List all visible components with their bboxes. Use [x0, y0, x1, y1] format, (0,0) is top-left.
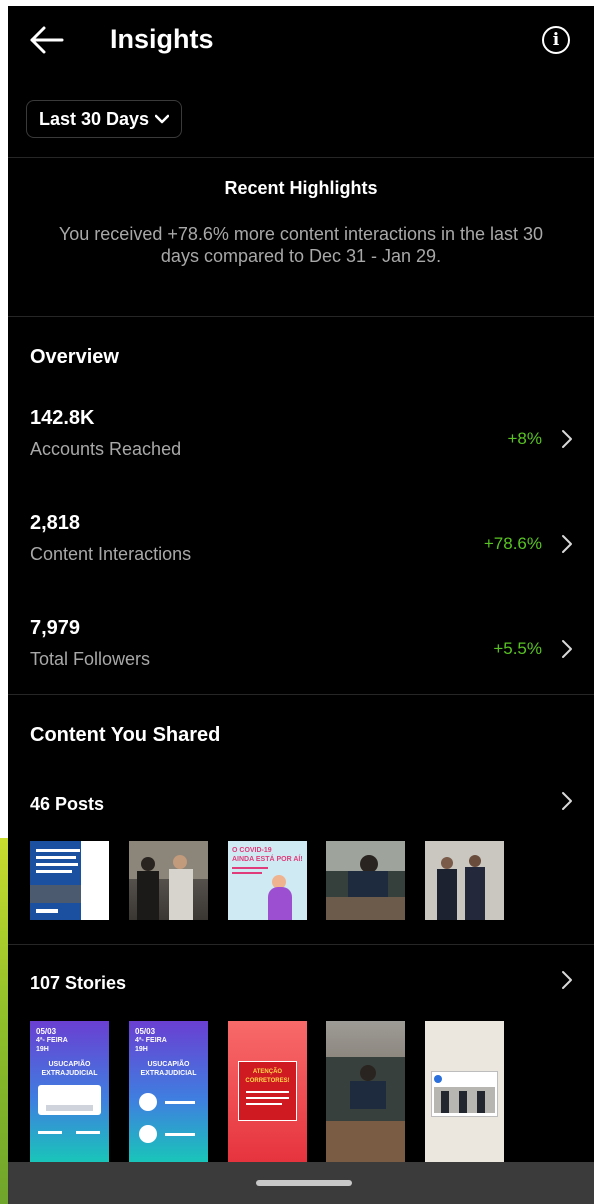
highlights-text: You received +78.6% more content interac…: [58, 224, 544, 266]
metric-change: +8%: [507, 429, 543, 448]
metric-change: +78.6%: [483, 534, 542, 553]
story-thumbnail-text: EXTRAJUDICIAL: [41, 1070, 98, 1077]
post-thumbnail[interactable]: [30, 841, 109, 920]
info-icon[interactable]: i: [542, 26, 570, 54]
metric-value: 2,818: [30, 512, 81, 534]
story-thumbnail[interactable]: 05/03 4ª- FEIRA 19H USUCAPIÃO EXTRAJUDIC…: [129, 1021, 208, 1164]
metric-label: Total Followers: [30, 649, 151, 669]
metric-label: Content Interactions: [30, 544, 192, 564]
overview-title: Overview: [30, 346, 119, 368]
stories-label[interactable]: 107 Stories: [30, 973, 126, 994]
story-thumbnail[interactable]: ATENÇÃO CORRETORES!: [228, 1021, 307, 1164]
post-thumbnail[interactable]: O COVID-19 AINDA ESTÁ POR AÍ!: [228, 841, 307, 920]
story-thumbnail-text: USUCAPIÃO: [147, 1061, 190, 1068]
story-thumbnail-text: CORRETORES!: [245, 1078, 290, 1084]
insights-screen: Insights i Last 30 Days Recent Highlight…: [8, 6, 594, 1204]
story-thumbnail[interactable]: [326, 1021, 405, 1164]
date-range-label: Last 30 Days: [39, 108, 150, 129]
chevron-right-icon[interactable]: [560, 791, 574, 811]
metric-value: 7,979: [30, 617, 81, 639]
divider: [8, 316, 594, 317]
chevron-right-icon: [562, 640, 572, 658]
story-thumbnail[interactable]: 05/03 4ª- FEIRA 19H USUCAPIÃO EXTRAJUDIC…: [30, 1021, 109, 1164]
story-thumbnail-text: 4ª- FEIRA: [135, 1037, 167, 1044]
divider: [8, 944, 594, 945]
story-thumbnail-text: EXTRAJUDICIAL: [140, 1070, 197, 1077]
home-gesture-bar[interactable]: [256, 1180, 352, 1186]
metric-content-interactions[interactable]: 2,818 Content Interactions +78.6%: [8, 512, 594, 584]
metric-total-followers[interactable]: 7,979 Total Followers +5.5%: [8, 617, 594, 689]
story-thumbnail[interactable]: [425, 1021, 504, 1164]
post-thumbnail[interactable]: [326, 841, 405, 920]
divider: [8, 157, 594, 158]
date-range-dropdown[interactable]: Last 30 Days: [26, 100, 183, 138]
story-thumbnail-text: 19H: [135, 1046, 148, 1053]
metric-change: +5.5%: [493, 639, 542, 658]
posts-label[interactable]: 46 Posts: [30, 794, 104, 815]
chevron-right-icon[interactable]: [560, 970, 574, 990]
content-shared-title: Content You Shared: [30, 724, 221, 746]
metric-value: 142.8K: [30, 407, 95, 429]
post-thumbnail[interactable]: [129, 841, 208, 920]
story-thumbnail-text: USUCAPIÃO: [48, 1061, 91, 1068]
story-thumbnail-text: 4ª- FEIRA: [36, 1037, 68, 1044]
chevron-right-icon: [562, 535, 572, 553]
post-thumbnail-text: AINDA ESTÁ POR AÍ!: [232, 856, 303, 863]
post-thumbnail[interactable]: [425, 841, 504, 920]
post-thumbnail-text: O COVID-19: [232, 847, 272, 854]
metric-label: Accounts Reached: [30, 439, 182, 459]
story-thumbnail-text: ATENÇÃO: [252, 1069, 283, 1075]
story-thumbnail-text: 05/03: [36, 1027, 57, 1036]
metric-accounts-reached[interactable]: 142.8K Accounts Reached +8%: [8, 407, 594, 479]
chevron-down-icon: [155, 114, 170, 124]
highlights-title: Recent Highlights: [224, 178, 378, 198]
story-thumbnail-text: 05/03: [135, 1027, 156, 1036]
header: Insights i: [8, 6, 594, 76]
system-navigation-bar: [8, 1162, 594, 1204]
divider: [8, 694, 594, 695]
chevron-right-icon: [562, 430, 572, 448]
page-title: Insights: [110, 24, 214, 54]
back-arrow-icon[interactable]: [26, 22, 66, 58]
story-thumbnail-text: 19H: [36, 1046, 49, 1053]
